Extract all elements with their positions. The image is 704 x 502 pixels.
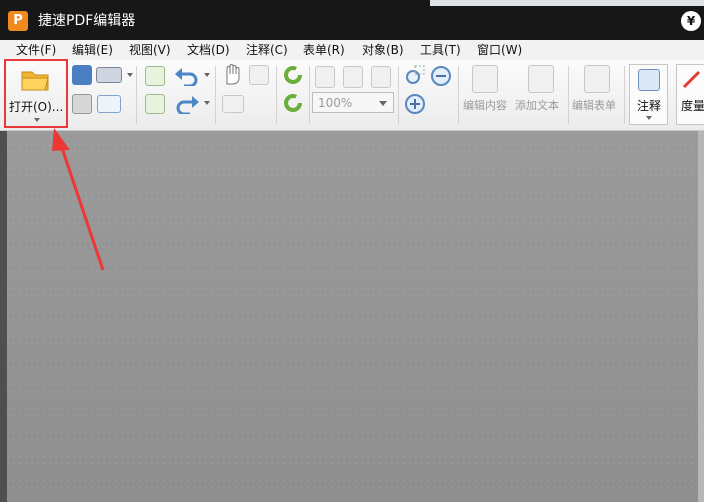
annotation-arrow-icon <box>52 128 105 271</box>
